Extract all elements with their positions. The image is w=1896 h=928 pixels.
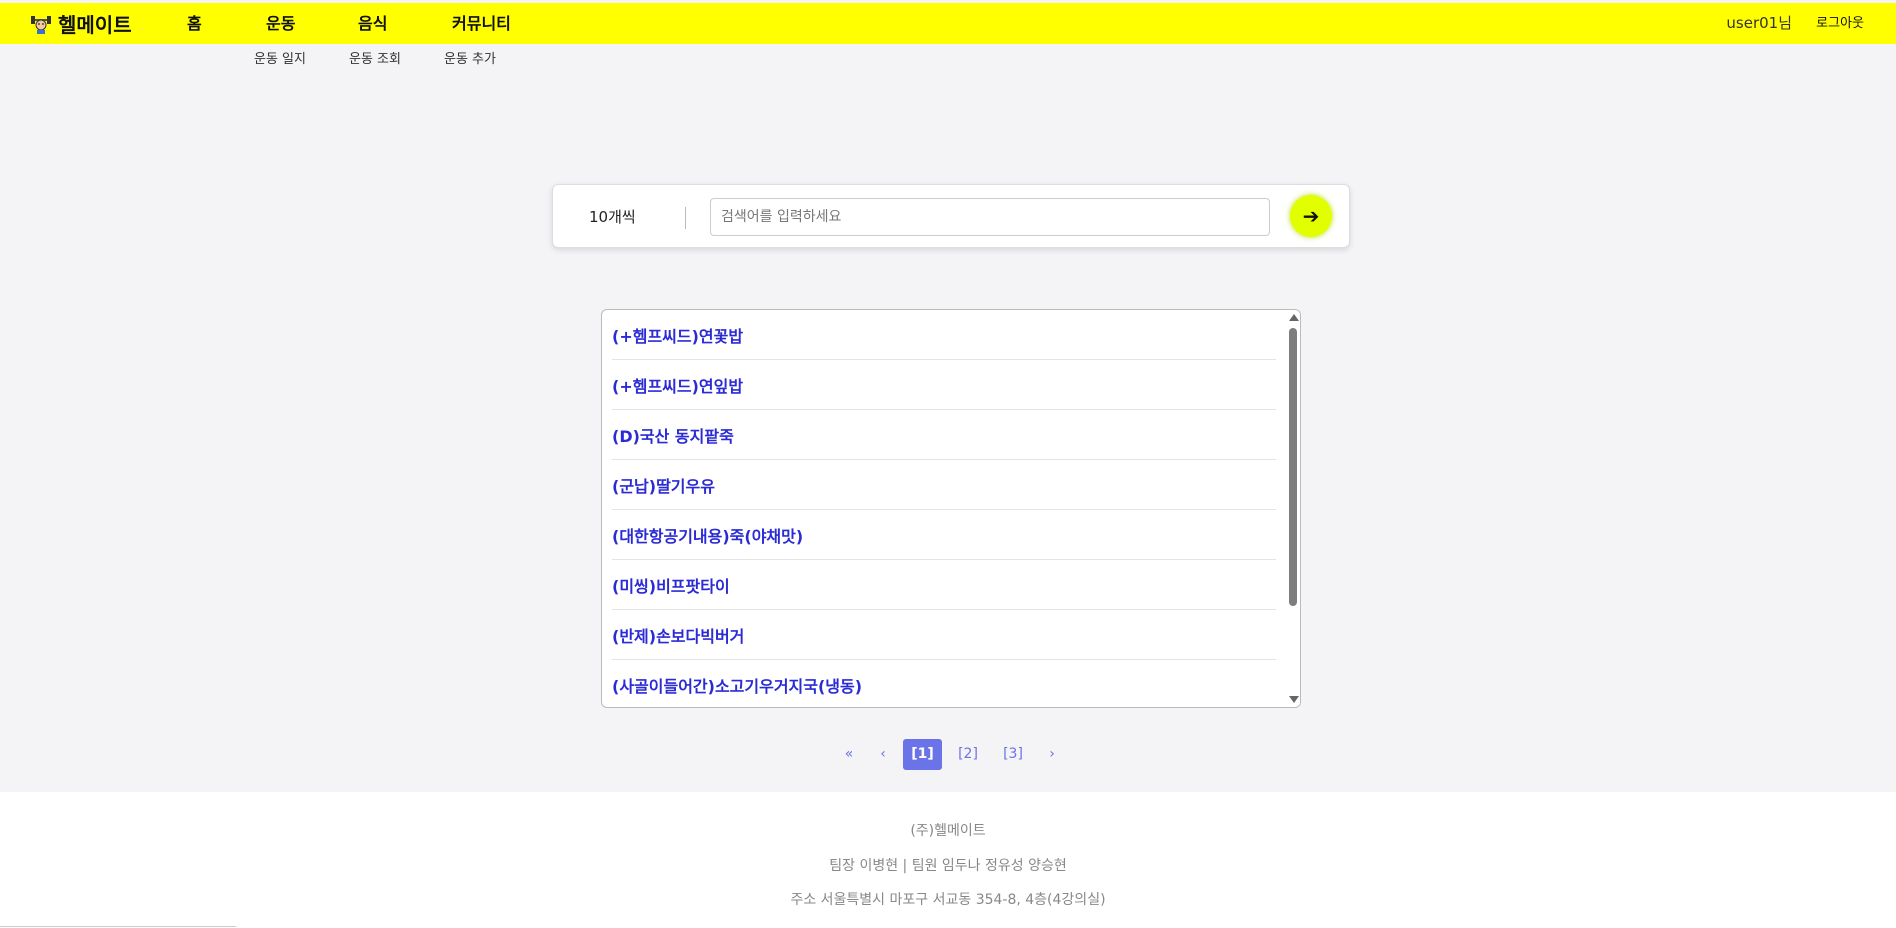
- arrow-right-icon: ➔: [1302, 204, 1320, 228]
- footer-team: 팀장 이병현 | 팀원 임두나 정유성 양승현: [829, 858, 1067, 874]
- list-item[interactable]: (D)국산 동지팥죽: [612, 410, 1276, 460]
- search-input[interactable]: [710, 198, 1270, 236]
- list-item[interactable]: (반제)손보다빅버거: [612, 610, 1276, 660]
- results-list: (+헴프씨드)연꽃밥 (+헴프씨드)연잎밥 (D)국산 동지팥죽 (군납)딸기우…: [601, 309, 1301, 708]
- top-navbar: 헬메이트 홈 운동 음식 커뮤니티 user01님 로그아웃: [0, 3, 1896, 44]
- pager-page-3[interactable]: [3]: [996, 739, 1030, 770]
- list-item[interactable]: (사골이들어간)소고기우거지국(냉동): [612, 660, 1276, 707]
- pager-first[interactable]: «: [838, 739, 860, 770]
- scroll-up-icon[interactable]: [1289, 314, 1299, 321]
- list-item[interactable]: (+헴프씨드)연꽃밥: [612, 310, 1276, 360]
- logo[interactable]: 헬메이트: [30, 3, 132, 44]
- user-name: user01님: [1726, 14, 1792, 32]
- nav-food[interactable]: 음식: [358, 3, 387, 44]
- footer-address: 주소 서울특별시 마포구 서교동 354-8, 4층(4강의실): [790, 892, 1106, 908]
- scroll-down-icon[interactable]: [1289, 696, 1299, 703]
- pager-prev[interactable]: ‹: [872, 739, 894, 770]
- dumbbell-character-icon: [31, 15, 51, 34]
- list-item[interactable]: (미씽)비프팟타이: [612, 560, 1276, 610]
- pager-next[interactable]: ›: [1041, 739, 1063, 770]
- scroll-thumb[interactable]: [1289, 328, 1297, 606]
- subnav-exercise-search[interactable]: 운동 조회: [349, 48, 401, 67]
- logout-link[interactable]: 로그아웃: [1816, 3, 1864, 44]
- nav-home[interactable]: 홈: [187, 3, 202, 44]
- subnav-exercise-log[interactable]: 운동 일지: [254, 48, 306, 67]
- list-item[interactable]: (군납)딸기우유: [612, 460, 1276, 510]
- search-panel: 10개씩 ➔: [552, 184, 1350, 248]
- list-item[interactable]: (+헴프씨드)연잎밥: [612, 360, 1276, 410]
- pager-page-1[interactable]: [1]: [903, 739, 942, 770]
- footer: (주)헬메이트 팀장 이병현 | 팀원 임두나 정유성 양승현 주소 서울특별시…: [0, 792, 1896, 928]
- scrollbar[interactable]: [1286, 310, 1300, 707]
- search-submit-button[interactable]: ➔: [1290, 195, 1332, 237]
- subnav-exercise-add[interactable]: 운동 추가: [444, 48, 496, 67]
- logo-text: 헬메이트: [58, 13, 132, 37]
- pager-page-2[interactable]: [2]: [951, 739, 985, 770]
- per-page-select[interactable]: 10개씩: [589, 185, 636, 249]
- footer-company: (주)헬메이트: [910, 823, 986, 839]
- list-item[interactable]: (대한항공기내용)죽(야채맛): [612, 510, 1276, 560]
- nav-community[interactable]: 커뮤니티: [452, 3, 511, 44]
- divider: [685, 207, 686, 229]
- nav-exercise[interactable]: 운동: [266, 3, 295, 44]
- footer-divider: [0, 926, 236, 927]
